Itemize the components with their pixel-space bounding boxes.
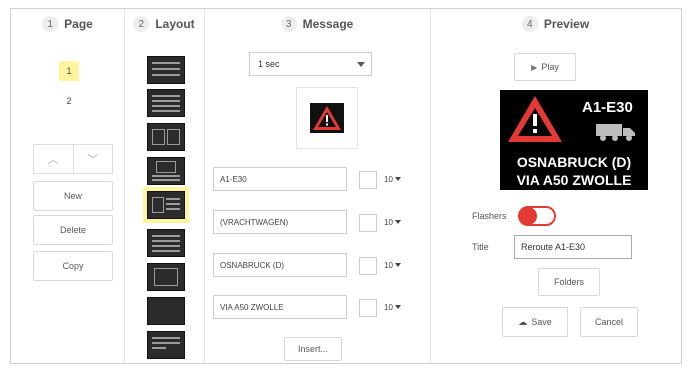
layout-thumb-selected[interactable] [143,187,189,223]
layout-thumb[interactable] [147,297,185,325]
title-input[interactable]: Reroute A1-E30 [514,235,632,259]
column-title: Layout [155,17,195,31]
column-title: Preview [543,17,590,31]
sign-line-1: A1-E30 [582,99,633,116]
line-4-checkbox[interactable] [359,299,377,317]
play-label: Play [541,62,559,72]
layout-thumb[interactable] [147,157,185,185]
move-down-button[interactable]: ﹀ [72,145,113,173]
layout-column: 2 Layout [124,9,205,363]
warning-sign-icon [508,96,562,142]
line-3-size[interactable]: 10 [384,255,410,275]
message-line-1[interactable]: A1-E30 [213,167,347,191]
warning-sign-icon [310,103,344,133]
move-up-button[interactable]: ︿ [34,145,73,173]
step-number: 3 [280,16,297,32]
insert-button[interactable]: Insert... [284,337,342,361]
play-button[interactable]: ▶ Play [514,53,576,81]
layout-thumb[interactable] [147,263,185,291]
duration-select[interactable]: 1 sec [249,52,372,76]
message-column: 3 Message 1 sec A1-E30 10 (VRACHTWAGEN) … [204,9,431,363]
sign-line-3: OSNABRUCK (D) [516,154,632,170]
title-label: Title [472,242,489,252]
symbol-picker[interactable] [296,87,358,149]
page-item-2[interactable]: 2 [59,91,79,111]
preview-header: 4 Preview [430,9,681,39]
cancel-button[interactable]: Cancel [580,307,638,337]
line-1-checkbox[interactable] [359,171,377,189]
flashers-label: Flashers [472,211,507,221]
duration-value: 1 sec [258,59,280,69]
step-number: 1 [42,16,59,32]
layout-thumb[interactable] [147,229,185,257]
page-item-1[interactable]: 1 [59,61,79,81]
column-title: Message [302,17,354,31]
delete-page-button[interactable]: Delete [33,215,113,245]
step-number: 4 [521,16,538,32]
page-column: 1 Page 1 2 ︿ ﹀ New Delete Copy [11,9,125,363]
toggle-knob [519,207,537,225]
preview-column: 4 Preview ▶ Play A1-E30 OSNABRUCK (D) VI… [430,9,681,363]
line-1-size[interactable]: 10 [384,169,410,189]
page-move-controls: ︿ ﹀ [33,144,113,174]
step-number: 2 [133,16,150,32]
save-icon: ☁ [518,316,528,327]
chevron-up-icon: ︿ [47,154,59,166]
sign-preview: A1-E30 OSNABRUCK (D) VIA A50 ZWOLLE [500,90,648,190]
new-page-button[interactable]: New [33,181,113,211]
sign-line-4: VIA A50 ZWOLLE [516,172,632,188]
save-label: Save [531,317,552,327]
play-icon: ▶ [531,62,538,72]
column-title: Page [64,17,93,31]
layout-thumb[interactable] [147,123,185,151]
line-3-checkbox[interactable] [359,257,377,275]
save-button[interactable]: ☁ Save [502,307,568,337]
copy-page-button[interactable]: Copy [33,251,113,281]
message-line-3[interactable]: OSNABRUCK (D) [213,253,347,277]
line-2-checkbox[interactable] [359,214,377,232]
page-header: 1 Page [11,9,124,39]
layout-thumb[interactable] [147,56,185,84]
sign-editor-panel: 1 Page 1 2 ︿ ﹀ New Delete Copy 2 Layout … [10,8,682,364]
flashers-toggle[interactable] [518,206,556,226]
line-4-size[interactable]: 10 [384,297,410,317]
layout-thumb[interactable] [147,89,185,117]
caret-down-icon [357,62,365,67]
truck-icon [596,124,635,141]
chevron-down-icon: ﹀ [87,154,99,166]
message-line-2[interactable]: (VRACHTWAGEN) [213,210,347,234]
message-header: 3 Message [204,9,430,39]
line-2-size[interactable]: 10 [384,212,410,232]
message-line-4[interactable]: VIA A50 ZWOLLE [213,295,347,319]
folders-button[interactable]: Folders [538,268,600,296]
layout-header: 2 Layout [124,9,204,39]
layout-thumb[interactable] [147,331,185,359]
